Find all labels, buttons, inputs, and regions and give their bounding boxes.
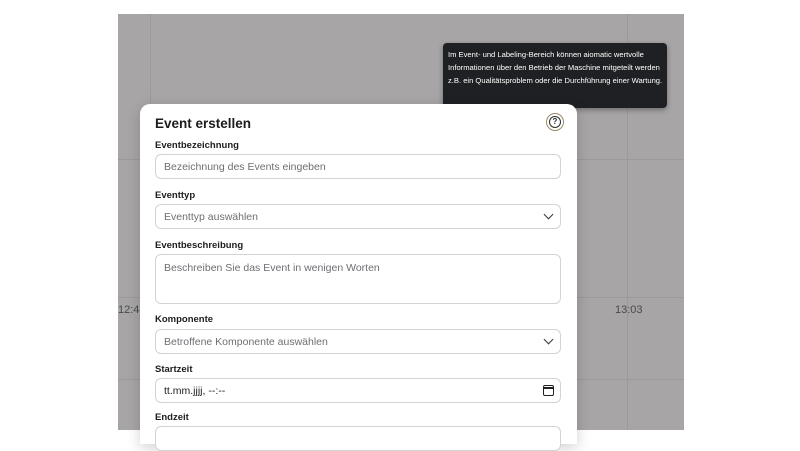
question-circle-icon[interactable]: ? (546, 113, 564, 131)
event-name-placeholder: Bezeichnung des Events eingeben (164, 160, 326, 173)
event-type-label: Eventtyp (155, 190, 196, 201)
end-time-label: Endzeit (155, 412, 189, 423)
start-time-input[interactable]: tt.mm.jjjj, --:-- (155, 378, 561, 403)
chevron-down-icon (543, 209, 554, 220)
chevron-down-icon (543, 334, 554, 345)
help-tooltip: Im Event- und Labeling-Bereich können ai… (443, 43, 667, 108)
modal-title: Event erstellen (155, 116, 252, 131)
component-selected: Betroffene Komponente auswählen (164, 335, 328, 348)
event-type-selected: Eventtyp auswählen (164, 210, 258, 223)
question-mark-glyph: ? (549, 116, 561, 128)
event-description-label: Eventbeschreibung (155, 240, 244, 251)
component-label: Komponente (155, 314, 214, 325)
tooltip-text: Im Event- und Labeling-Bereich können ai… (448, 50, 663, 85)
event-name-label: Eventbezeichnung (155, 140, 239, 151)
event-description-textarea[interactable]: Beschreiben Sie das Event in wenigen Wor… (155, 254, 561, 304)
event-type-select[interactable]: Eventtyp auswählen (155, 204, 561, 229)
start-time-value: tt.mm.jjjj, --:-- (164, 384, 226, 397)
event-description-placeholder: Beschreiben Sie das Event in wenigen Wor… (164, 262, 380, 274)
create-event-modal: Event erstellen ? Eventbezeichnung Bezei… (140, 104, 577, 451)
start-time-label: Startzeit (155, 364, 193, 375)
event-name-input[interactable]: Bezeichnung des Events eingeben (155, 154, 561, 179)
end-time-input[interactable] (155, 426, 561, 451)
time-axis-label: 13:03 (615, 304, 643, 316)
calendar-icon[interactable] (543, 385, 554, 396)
component-select[interactable]: Betroffene Komponente auswählen (155, 329, 561, 354)
